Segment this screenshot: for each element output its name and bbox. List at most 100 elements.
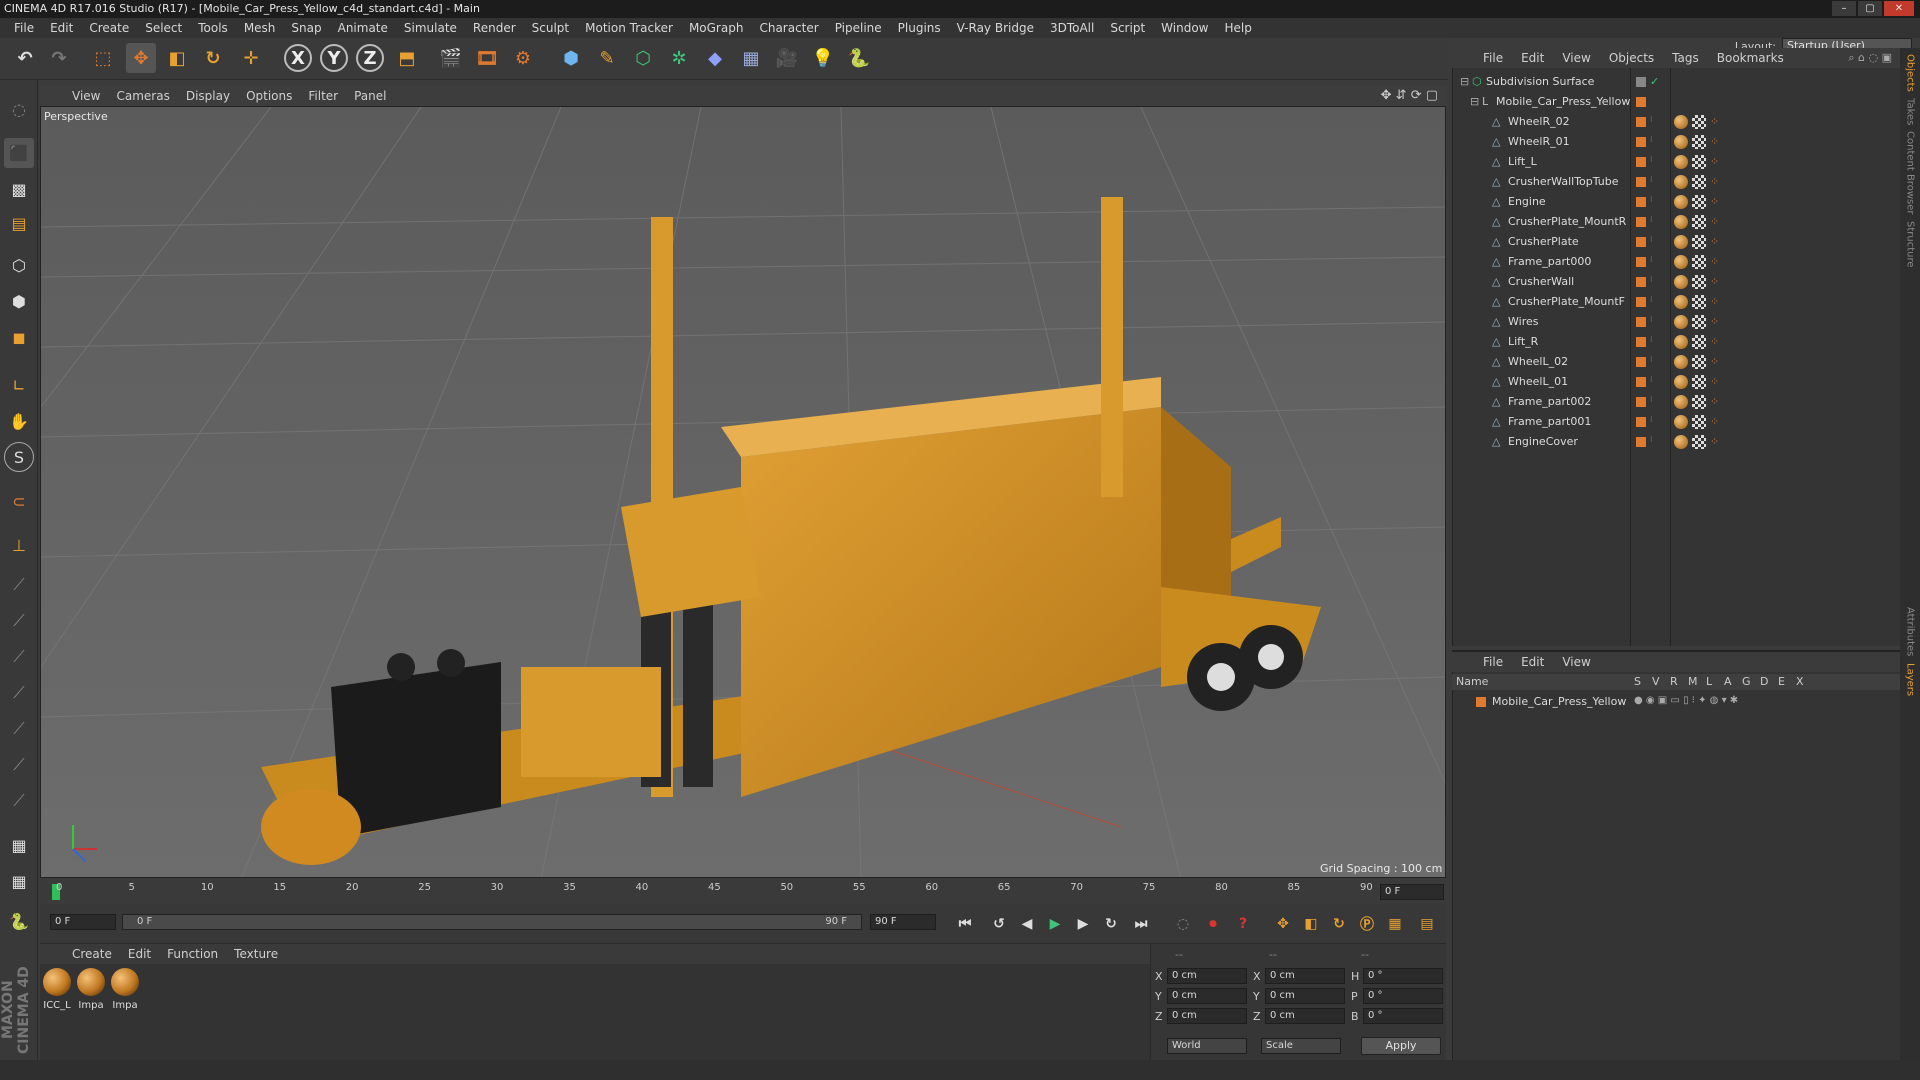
timeline-ruler[interactable]: 0 5 10 15 20 25 30 35 40 45 50 55 60 65 70 75 80 85 90 0 F: [40, 880, 1446, 904]
menu-pipeline[interactable]: Pipeline: [827, 21, 890, 35]
collapse-icon[interactable]: ⊟: [1470, 95, 1479, 108]
layer-row[interactable]: Mobile_Car_Press_Yellow ● ◉ ▣ ▭ ▯ ⁝ ✦ ◍ …: [1452, 692, 1900, 712]
rotate-icon[interactable]: ↻: [198, 43, 228, 73]
object-row[interactable]: △ CrusherPlate_MountF ⁝ ⁘: [1452, 292, 1900, 312]
menu-help[interactable]: Help: [1216, 21, 1259, 35]
uvw-tag-icon[interactable]: [1692, 375, 1706, 389]
visibility-dots-icon[interactable]: ⁝: [1650, 435, 1653, 444]
object-row[interactable]: △ CrusherWall ⁝ ⁘: [1452, 272, 1900, 292]
menu-sculpt[interactable]: Sculpt: [524, 21, 577, 35]
y-axis-icon[interactable]: Y: [320, 44, 348, 72]
material-tag-icon[interactable]: [1674, 295, 1688, 309]
key-scale-icon[interactable]: ◧: [1296, 909, 1326, 939]
menu-plugins[interactable]: Plugins: [890, 21, 949, 35]
obj-menu-objects[interactable]: Objects: [1600, 51, 1663, 65]
visibility-dots-icon[interactable]: ⁝: [1650, 255, 1653, 264]
x-axis-icon[interactable]: X: [284, 44, 312, 72]
undo-icon[interactable]: ↶: [10, 43, 40, 73]
vp-menu-view[interactable]: View: [64, 89, 108, 103]
uvw-tag-icon[interactable]: [1692, 315, 1706, 329]
material-tag-icon[interactable]: [1674, 315, 1688, 329]
visibility-dots-icon[interactable]: ⁝: [1650, 355, 1653, 364]
menu-vray-bridge[interactable]: V-Ray Bridge: [949, 21, 1042, 35]
collapse-icon[interactable]: ⊟: [1460, 75, 1469, 88]
object-row[interactable]: △ Frame_part001 ⁝ ⁘: [1452, 412, 1900, 432]
material-tag-icon[interactable]: [1674, 275, 1688, 289]
brush-5-icon[interactable]: ⟋: [4, 714, 34, 744]
object-row-group[interactable]: ⊟ L Mobile_Car_Press_Yellow: [1452, 92, 1900, 112]
visibility-dots-icon[interactable]: ⁝: [1650, 275, 1653, 284]
side-tab-objects[interactable]: Objects: [1905, 54, 1916, 92]
phong-tag-icon[interactable]: ⁘: [1710, 135, 1719, 148]
size-mode-dropdown[interactable]: Scale: [1261, 1038, 1341, 1054]
pos-y-field[interactable]: 0 cm: [1167, 988, 1247, 1004]
texture-mode-icon[interactable]: ▩: [4, 174, 34, 204]
render-settings-icon[interactable]: ⚙: [508, 43, 538, 73]
visibility-dots-icon[interactable]: ⁝: [1650, 235, 1653, 244]
phong-tag-icon[interactable]: ⁘: [1710, 335, 1719, 348]
layer-menu-file[interactable]: File: [1474, 655, 1512, 669]
phong-tag-icon[interactable]: ⁘: [1710, 395, 1719, 408]
rot-b-field[interactable]: 0 °: [1363, 1008, 1443, 1024]
uvw-tag-icon[interactable]: [1692, 355, 1706, 369]
object-row-subdivision[interactable]: ⊟ ⬡ Subdivision Surface ✓: [1452, 72, 1900, 92]
phong-tag-icon[interactable]: ⁘: [1710, 195, 1719, 208]
uvw-tag-icon[interactable]: [1692, 135, 1706, 149]
layer-menu-edit[interactable]: Edit: [1512, 655, 1553, 669]
object-row[interactable]: △ CrusherWallTopTube ⁝ ⁘: [1452, 172, 1900, 192]
object-row[interactable]: △ WheelL_02 ⁝ ⁘: [1452, 352, 1900, 372]
menu-mesh[interactable]: Mesh: [236, 21, 284, 35]
size-z-field[interactable]: 0 cm: [1265, 1008, 1345, 1024]
layer-toggle-icons[interactable]: ● ◉ ▣ ▭ ▯ ⁝ ✦ ◍ ▾ ✱: [1634, 695, 1738, 706]
phong-tag-icon[interactable]: ⁘: [1710, 435, 1719, 448]
menu-tools[interactable]: Tools: [190, 21, 236, 35]
camera-icon[interactable]: 🎥: [772, 43, 802, 73]
phong-tag-icon[interactable]: ⁘: [1710, 295, 1719, 308]
menu-motion-tracker[interactable]: Motion Tracker: [577, 21, 681, 35]
record-keys-icon[interactable]: ⏺: [1198, 909, 1228, 939]
phong-tag-icon[interactable]: ⁘: [1710, 235, 1719, 248]
prev-frame-icon[interactable]: ◀: [1012, 909, 1042, 939]
z-axis-icon[interactable]: Z: [356, 44, 384, 72]
object-row[interactable]: △ Lift_L ⁝ ⁘: [1452, 152, 1900, 172]
material-tag-icon[interactable]: [1674, 115, 1688, 129]
menu-snap[interactable]: Snap: [283, 21, 329, 35]
side-tab-content-browser[interactable]: Content Browser: [1905, 131, 1916, 214]
phong-tag-icon[interactable]: ⁘: [1710, 255, 1719, 268]
material-tag-icon[interactable]: [1674, 195, 1688, 209]
menu-3dtoall[interactable]: 3DToAll: [1042, 21, 1102, 35]
layer-color-swatch[interactable]: [1476, 697, 1486, 707]
enabled-check-icon[interactable]: ✓: [1650, 75, 1659, 88]
object-row[interactable]: △ Lift_R ⁝ ⁘: [1452, 332, 1900, 352]
phong-tag-icon[interactable]: ⁘: [1710, 275, 1719, 288]
menu-select[interactable]: Select: [137, 21, 190, 35]
brush-4-icon[interactable]: ⟋: [4, 678, 34, 708]
phong-tag-icon[interactable]: ⁘: [1710, 375, 1719, 388]
next-key-icon[interactable]: ↻: [1096, 909, 1126, 939]
object-mode-icon[interactable]: ⬛: [4, 138, 34, 168]
pos-z-field[interactable]: 0 cm: [1167, 1008, 1247, 1024]
workplane-lock-icon[interactable]: ▦: [4, 866, 34, 896]
edges-mode-icon[interactable]: ⬢: [4, 286, 34, 316]
menu-create[interactable]: Create: [81, 21, 137, 35]
material-tag-icon[interactable]: [1674, 355, 1688, 369]
perspective-viewport[interactable]: [40, 106, 1446, 878]
size-x-field[interactable]: 0 cm: [1265, 968, 1345, 984]
object-row[interactable]: △ Frame_part002 ⁝ ⁘: [1452, 392, 1900, 412]
subdivision-icon[interactable]: ⬡: [628, 43, 658, 73]
light-icon[interactable]: 💡: [808, 43, 838, 73]
end-frame-field[interactable]: 90 F: [870, 914, 936, 930]
material-tag-icon[interactable]: [1674, 155, 1688, 169]
obj-menu-file[interactable]: File: [1474, 51, 1512, 65]
pos-x-field[interactable]: 0 cm: [1167, 968, 1247, 984]
maximize-button[interactable]: ▢: [1858, 1, 1882, 16]
rot-p-field[interactable]: 0 °: [1363, 988, 1443, 1004]
material-tag-icon[interactable]: [1674, 395, 1688, 409]
uvw-tag-icon[interactable]: [1692, 335, 1706, 349]
obj-menu-tags[interactable]: Tags: [1663, 51, 1708, 65]
side-tab-attributes[interactable]: Attributes: [1905, 607, 1916, 656]
brush-3-icon[interactable]: ⟋: [4, 642, 34, 672]
phong-tag-icon[interactable]: ⁘: [1710, 175, 1719, 188]
visibility-dots-icon[interactable]: ⁝: [1650, 415, 1653, 424]
floor-icon[interactable]: ▦: [736, 43, 766, 73]
